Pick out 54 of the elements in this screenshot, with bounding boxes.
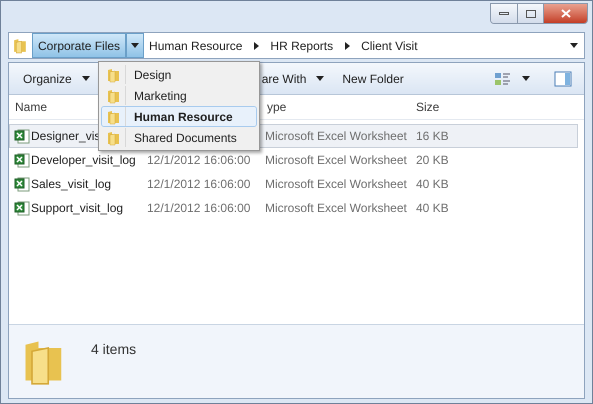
file-size: 20 KB [416,153,449,167]
file-name: Designer_vis [31,128,100,145]
folder-icon [106,108,122,124]
file-type: Microsoft Excel Worksheet [265,201,407,215]
breadcrumb-item[interactable]: Corporate Files [32,33,126,58]
close-button[interactable] [544,4,587,23]
menu-item[interactable]: Design [101,64,257,85]
menu-item[interactable]: Human Resource [101,106,257,127]
file-size: 40 KB [416,177,449,191]
preview-pane-icon [554,70,572,86]
file-row[interactable]: Developer_visit_log 12/1/2012 16:06:00 Microsoft Excel Worksheet 20 KB [9,148,578,172]
column-header[interactable]: Size [413,98,473,116]
file-type: Microsoft Excel Worksheet [265,153,407,167]
breadcrumb-item[interactable]: HR Reports [265,33,338,58]
file-name: Support_visit_log [31,200,124,217]
item-count: 4 items [91,340,136,359]
spreadsheet-icon [14,152,30,168]
folder-icon [106,88,122,104]
menu-item[interactable]: Shared Documents [101,127,257,148]
date-modified: 12/1/2012 16:06:00 [147,177,250,191]
menu-item[interactable]: Marketing [101,85,257,106]
maximize-button[interactable] [518,4,544,23]
folder-icon [106,130,122,146]
caret-icon [131,43,140,48]
breadcrumb-item[interactable]: Human Resource [144,33,248,58]
caret-icon [522,76,530,81]
chevron-right-icon [254,42,259,50]
caret-icon [570,43,578,48]
folder-icon [12,37,29,54]
file-name: Sales_visit_log [31,176,112,193]
toolbar-button[interactable]: are With [256,66,330,90]
breadcrumb-arrow-button[interactable] [126,33,144,58]
chevron-right-icon [344,42,350,50]
file-type: Microsoft Excel Worksheet [265,129,407,143]
toolbar-button[interactable]: New Folder [336,66,410,90]
file-row[interactable]: Support_visit_log 12/1/2012 16:06:00 Microsoft Excel Worksheet 40 KB [9,196,578,220]
details-view-icon [494,70,512,86]
spreadsheet-icon [14,200,30,216]
column-header[interactable]: ype [265,98,413,116]
folder-icon [106,66,122,82]
spreadsheet-icon [14,128,30,144]
spreadsheet-icon [14,176,30,192]
file-size: 16 KB [416,129,449,143]
file-row[interactable]: Sales_visit_log 12/1/2012 16:06:00 Microsoft Excel Worksheet 40 KB [9,172,578,196]
address-bar[interactable]: Corporate Files Human Resource HR Reports Client Visit [8,32,585,59]
minimize-button[interactable] [491,4,518,23]
breadcrumb-item[interactable]: Client Visit [356,33,423,58]
close-icon [560,9,570,18]
date-modified: 12/1/2012 16:06:00 [147,201,250,215]
file-type: Microsoft Excel Worksheet [265,177,407,191]
toolbar-button[interactable]: Organize [17,66,96,90]
file-size: 40 KB [416,201,449,215]
date-modified: 12/1/2012 16:06:00 [147,153,250,167]
file-name: Developer_visit_log [31,152,136,169]
